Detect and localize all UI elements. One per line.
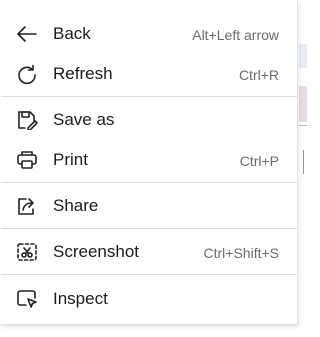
- share-icon: [16, 196, 38, 216]
- menu-item-label: Back: [53, 24, 91, 43]
- screenshot-icon: [16, 242, 38, 262]
- background-content-line: [299, 125, 307, 126]
- menu-item-shortcut: Alt+Left arrow: [192, 27, 279, 43]
- menu-item-shortcut: Ctrl+P: [239, 153, 279, 169]
- save-icon: [16, 110, 38, 130]
- menu-item-shortcut: Ctrl+R: [238, 67, 279, 83]
- refresh-icon: [16, 64, 38, 84]
- menu-item-save-as[interactable]: Save as: [0, 102, 297, 138]
- menu-item-inspect[interactable]: Inspect: [0, 281, 297, 317]
- menu-item-print[interactable]: Print Ctrl+P: [0, 142, 297, 178]
- background-content-strip: [299, 86, 307, 122]
- printer-icon: [16, 150, 38, 170]
- menu-item-label: Screenshot: [53, 242, 139, 261]
- inspect-icon: [16, 289, 38, 309]
- menu-item-label: Inspect: [53, 289, 108, 308]
- menu-item-label: Share: [53, 196, 99, 215]
- background-content-strip: [299, 44, 307, 68]
- menu-separator: [1, 96, 297, 97]
- menu-item-label: Print: [53, 150, 88, 169]
- menu-separator: [1, 228, 297, 229]
- menu-item-label: Refresh: [53, 64, 113, 83]
- menu-item-shortcut: Ctrl+Shift+S: [203, 245, 279, 261]
- context-menu: Back Alt+Left arrow Refresh Ctrl+R Save …: [0, 0, 298, 325]
- menu-item-screenshot[interactable]: Screenshot Ctrl+Shift+S: [0, 234, 297, 270]
- background-content-line: [303, 150, 304, 174]
- menu-item-share[interactable]: Share: [0, 188, 297, 224]
- menu-item-refresh[interactable]: Refresh Ctrl+R: [0, 56, 297, 92]
- menu-separator: [1, 274, 297, 275]
- back-arrow-icon: [16, 24, 38, 44]
- menu-separator: [1, 182, 297, 183]
- menu-item-back[interactable]: Back Alt+Left arrow: [0, 16, 297, 52]
- menu-item-label: Save as: [53, 110, 115, 129]
